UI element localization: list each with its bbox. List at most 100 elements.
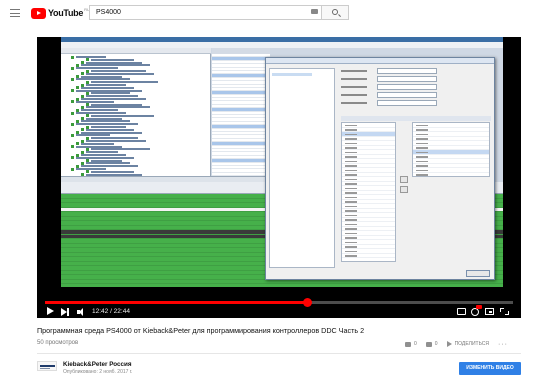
tree-node [91,92,130,95]
properties-dialog [265,57,495,280]
tree-node [81,109,118,112]
dialog-titlebar [266,58,494,64]
tree-node [81,154,126,156]
volume-icon[interactable] [77,307,85,316]
tree-node [86,117,122,120]
search-button[interactable] [321,5,349,20]
share-button[interactable]: ПОДЕЛИТЬСЯ [455,341,489,347]
dialog-nav-selected [272,73,312,76]
form-field [377,92,437,98]
tree-node [91,70,146,72]
form-field [377,84,437,90]
channel-name[interactable]: Kieback&Peter Россия [63,361,132,368]
masthead: YouTube RU PS4000 [0,0,537,26]
publish-date: Опубликовано: 2 нояб. 2017 г. [63,369,133,375]
tree-node [81,165,138,168]
channel-avatar[interactable] [37,361,57,371]
share-icon[interactable] [446,341,452,347]
tree-node [91,159,122,162]
next-icon[interactable] [61,307,69,316]
tree-node [76,112,126,114]
form-label [341,78,367,80]
form-field [377,100,437,106]
tree-node [76,168,106,170]
progress-scrubber[interactable] [302,298,312,307]
tree-node [86,61,142,64]
settings-icon[interactable] [471,308,479,316]
subtitles-icon[interactable] [457,308,466,315]
tree-node-icon [71,66,74,70]
form-field [377,68,437,74]
dialog-tabs [341,116,491,121]
tree-node [76,67,118,70]
dislike-icon[interactable] [425,341,432,347]
tree-node [76,56,106,58]
tree-node [91,103,142,106]
more-actions-icon[interactable]: ··· [498,341,508,348]
move-left-button [400,186,408,193]
like-icon[interactable] [405,341,411,347]
miniplayer-icon[interactable] [485,308,494,315]
avatar-logo-subbar [40,368,50,369]
fullscreen-icon[interactable] [500,308,509,315]
tree-node [86,72,154,75]
tree-node-icon [71,133,74,137]
video-frame[interactable] [61,37,503,287]
play-icon[interactable] [47,307,54,315]
video-player[interactable]: 12:42 / 22:44 [37,37,521,318]
tree-node [91,170,134,173]
tree-node [81,64,150,67]
form-label [341,86,367,88]
tree-node [81,142,114,145]
tree-node [76,156,134,159]
tree-node [86,151,118,154]
tree-node [86,140,146,142]
view-count: 50 просмотров [37,340,79,346]
tree-node [81,120,130,123]
progress-bar[interactable] [45,298,513,307]
video-actions: 0 0 ПОДЕЛИТЬСЯ ··· [405,340,508,348]
youtube-logo[interactable]: YouTube RU [31,7,90,19]
avatar-logo-bar [40,365,55,367]
tree-node-icon [71,89,74,93]
tree-node-icon [71,122,74,126]
time-display: 12:42 / 22:44 [92,308,130,315]
form-row [341,84,491,90]
form-row [341,68,491,74]
dialog-source-list [341,122,396,262]
menu-icon[interactable] [10,9,20,17]
tree-node-icon [71,156,74,160]
tree-node [91,126,126,128]
tree-node [91,58,134,61]
divider [37,353,521,354]
datapoint-table [212,48,270,182]
tree-node-icon [71,111,74,115]
tree-node-icon [71,77,74,81]
dislike-count: 0 [434,341,438,347]
tree-node [86,128,134,131]
tree-node [76,145,122,148]
tree-node-icon [71,145,74,149]
edit-video-button[interactable]: ИЗМЕНИТЬ ВИДЕО [459,362,521,375]
search-icon [332,9,338,15]
tree-node [91,81,158,84]
tree-node-icon [71,167,74,171]
form-row [341,92,491,98]
form-label [341,70,367,72]
list-item [413,173,489,177]
form-row [341,76,491,82]
project-tree [61,54,211,182]
tree-node [76,100,114,103]
tree-node [81,86,134,89]
list-item [342,254,395,258]
tree-node [86,162,130,165]
dialog-ok-button [466,270,490,277]
tree-node [91,148,150,151]
like-count: 0 [414,341,417,347]
keyboard-icon[interactable] [311,9,318,14]
progress-played [45,301,308,304]
dialog-target-list [412,122,490,177]
search-input[interactable]: PS4000 [89,5,321,20]
tree-node [81,98,146,100]
tree-node [86,95,138,98]
